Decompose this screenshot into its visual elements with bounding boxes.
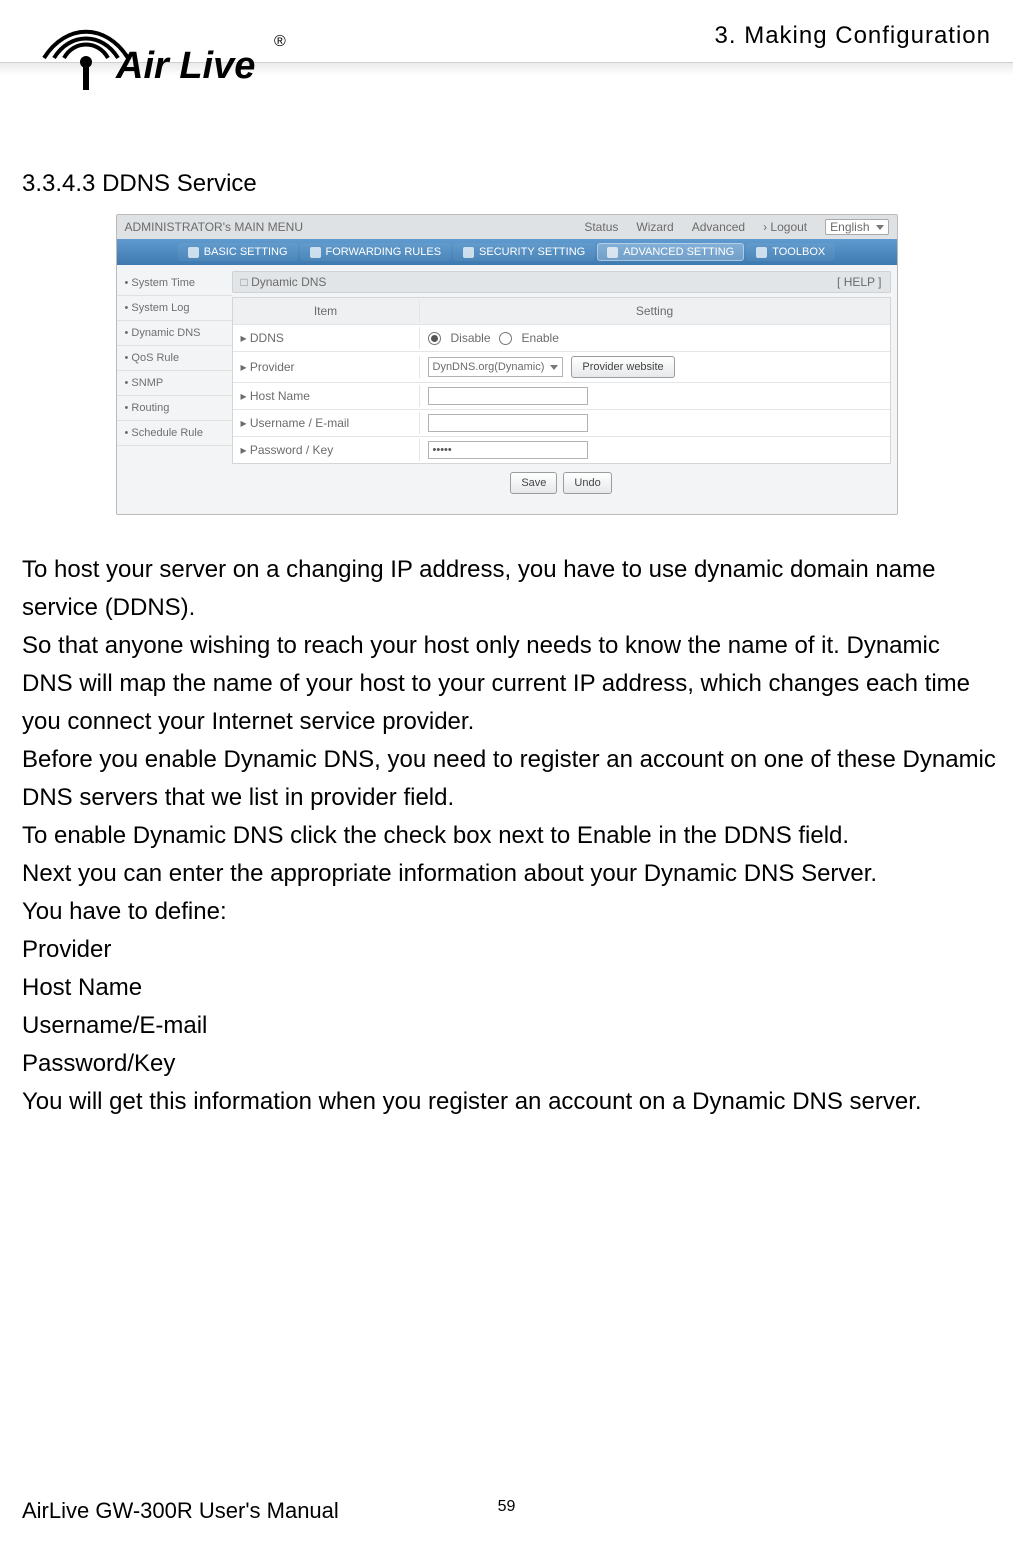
svg-text:®: ®: [274, 33, 286, 50]
language-value: English: [830, 220, 869, 234]
col-setting: Setting: [420, 300, 890, 322]
shield-icon: [463, 247, 474, 258]
tab-forwarding-rules[interactable]: FORWARDING RULES: [300, 243, 452, 261]
gear-icon: [188, 247, 199, 258]
sidebar-item-schedule-rule[interactable]: • Schedule Rule: [117, 421, 232, 446]
paragraph: You will get this information when you r…: [22, 1083, 997, 1121]
paragraph: So that anyone wishing to reach your hos…: [22, 627, 997, 741]
undo-button[interactable]: Undo: [563, 472, 611, 494]
tab-security-setting[interactable]: SECURITY SETTING: [453, 243, 595, 261]
forward-icon: [310, 247, 321, 258]
sidebar-item-system-time[interactable]: • System Time: [117, 271, 232, 296]
nav-status[interactable]: Status: [584, 220, 618, 234]
row-provider-label: ▸ Provider: [233, 356, 420, 378]
hostname-input[interactable]: [428, 387, 588, 405]
chevron-down-icon: [876, 225, 884, 230]
provider-select[interactable]: DynDNS.org(Dynamic): [428, 357, 564, 377]
sidebar-item-system-log[interactable]: • System Log: [117, 296, 232, 321]
paragraph: Host Name: [22, 969, 997, 1007]
ddns-disable-label: Disable: [451, 331, 491, 345]
admin-menu-label: ADMINISTRATOR's MAIN MENU: [125, 220, 304, 234]
col-item: Item: [233, 300, 420, 322]
provider-website-button[interactable]: Provider website: [571, 356, 674, 378]
row-password-label: ▸ Password / Key: [233, 439, 420, 461]
ddns-disable-radio[interactable]: [428, 332, 441, 345]
tab-toolbox[interactable]: TOOLBOX: [746, 243, 835, 261]
paragraph: To enable Dynamic DNS click the check bo…: [22, 817, 997, 855]
paragraph: Provider: [22, 931, 997, 969]
row-ddns-label: ▸ DDNS: [233, 327, 420, 349]
language-select[interactable]: English: [825, 219, 888, 235]
page-number: 59: [498, 1498, 516, 1516]
panel-title: Dynamic DNS: [241, 275, 327, 289]
help-link[interactable]: [ HELP ]: [837, 275, 881, 289]
paragraph: Password/Key: [22, 1045, 997, 1083]
provider-value: DynDNS.org(Dynamic): [433, 361, 545, 373]
footer-title: AirLive GW-300R User's Manual: [22, 1498, 339, 1524]
settings-table: Item Setting ▸ DDNS Disable Enable ▸: [232, 297, 891, 464]
advanced-icon: [607, 247, 618, 258]
ddns-enable-label: Enable: [522, 331, 559, 345]
sidebar-item-qos-rule[interactable]: • QoS Rule: [117, 346, 232, 371]
paragraph: You have to define:: [22, 893, 997, 931]
chapter-label: 3. Making Configuration: [715, 22, 991, 50]
tab-basic-setting[interactable]: BASIC SETTING: [178, 243, 298, 261]
paragraph: Username/E-mail: [22, 1007, 997, 1045]
save-button[interactable]: Save: [510, 472, 557, 494]
body-text: To host your server on a changing IP add…: [22, 551, 997, 1121]
row-hostname-label: ▸ Host Name: [233, 385, 420, 407]
paragraph: To host your server on a changing IP add…: [22, 551, 997, 627]
paragraph: Before you enable Dynamic DNS, you need …: [22, 741, 997, 817]
row-username-label: ▸ Username / E-mail: [233, 412, 420, 434]
ddns-enable-radio[interactable]: [499, 332, 512, 345]
sidebar-item-routing[interactable]: • Routing: [117, 396, 232, 421]
nav-logout[interactable]: › Logout: [763, 220, 807, 234]
nav-wizard[interactable]: Wizard: [636, 220, 673, 234]
section-heading: 3.3.4.3 DDNS Service: [22, 170, 1013, 198]
username-input[interactable]: [428, 414, 588, 432]
router-screenshot: ADMINISTRATOR's MAIN MENU Status Wizard …: [116, 214, 898, 515]
sidebar-item-snmp[interactable]: • SNMP: [117, 371, 232, 396]
password-input[interactable]: [428, 441, 588, 459]
chevron-down-icon: [550, 365, 558, 370]
svg-text:Air Live: Air Live: [115, 45, 255, 87]
airlive-logo: Air Live ®: [36, 18, 286, 106]
sidebar-item-dynamic-dns[interactable]: • Dynamic DNS: [117, 321, 232, 346]
toolbox-icon: [756, 247, 767, 258]
sidebar: • System Time • System Log • Dynamic DNS…: [117, 265, 232, 514]
nav-advanced[interactable]: Advanced: [692, 220, 745, 234]
paragraph: Next you can enter the appropriate infor…: [22, 855, 997, 893]
tab-advanced-setting[interactable]: ADVANCED SETTING: [597, 243, 744, 261]
